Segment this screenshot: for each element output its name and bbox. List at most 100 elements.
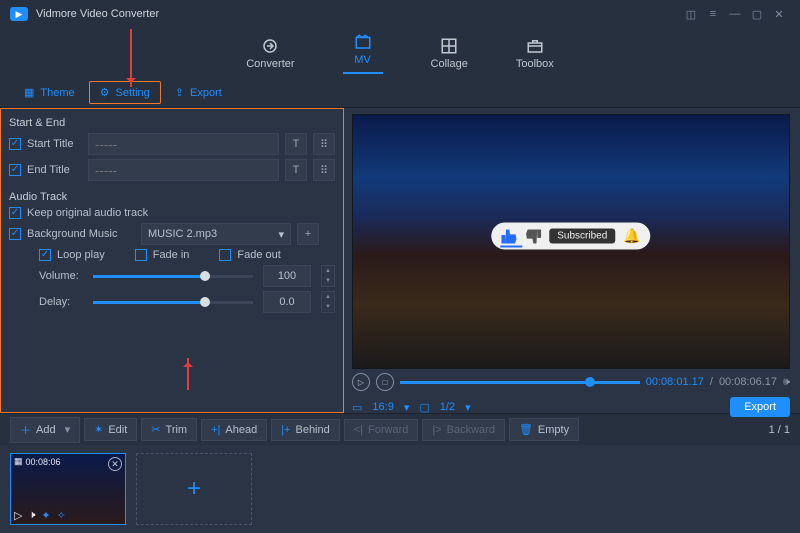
volume-spinner[interactable]: ▲▼	[321, 265, 335, 287]
behind-icon: |+	[281, 424, 290, 436]
chevron-down-icon: ▾	[278, 228, 284, 241]
minimize-button[interactable]: —	[724, 3, 746, 25]
backward-button[interactable]: |>Backward	[422, 419, 505, 441]
aspect-label[interactable]: 16:9	[372, 401, 393, 413]
page-indicator: 1 / 1	[769, 424, 790, 436]
wand-icon: ✶	[94, 423, 103, 436]
fadeout-label: Fade out	[237, 249, 280, 261]
aspect-icon[interactable]: ▭	[352, 401, 362, 414]
seek-slider[interactable]	[400, 381, 640, 384]
volume-slider[interactable]	[93, 275, 253, 278]
time-sep: /	[710, 376, 713, 388]
delay-spinner[interactable]: ▲▼	[321, 291, 335, 313]
bg-music-dropdown[interactable]: MUSIC 2.mp3 ▾	[141, 223, 291, 245]
loop-label: Loop play	[57, 249, 105, 261]
video-preview[interactable]: Subscribed 🔔	[352, 114, 790, 369]
clip-play-icon[interactable]: ▷	[14, 509, 22, 522]
tab-theme[interactable]: ▦ Theme	[14, 82, 85, 103]
add-music-button[interactable]: +	[297, 223, 319, 245]
bg-music-checkbox[interactable]	[9, 228, 21, 240]
fadeout-checkbox[interactable]	[219, 249, 231, 261]
menu-icon[interactable]: ≡	[702, 3, 724, 25]
volume-icon[interactable]: 🕪	[783, 376, 790, 389]
modebar: Converter MV Collage Toolbox	[0, 28, 800, 78]
subscribe-overlay: Subscribed 🔔	[491, 223, 650, 250]
forward-icon: <|	[354, 424, 363, 436]
bg-music-value: MUSIC 2.mp3	[148, 228, 217, 240]
close-button[interactable]: ✕	[768, 3, 790, 25]
trim-button[interactable]: ✂Trim	[141, 418, 197, 441]
split-icon[interactable]: ▢	[419, 401, 429, 414]
mv-icon	[353, 33, 373, 51]
start-title-grid-button[interactable]: ⠿	[313, 133, 335, 155]
backward-icon: |>	[432, 424, 441, 436]
ahead-button[interactable]: +|Ahead	[201, 419, 267, 441]
start-title-label: Start Title	[27, 138, 82, 150]
stop-button[interactable]: □	[376, 373, 394, 391]
clip-sparkle-icon[interactable]: ✧	[57, 509, 66, 522]
clip-thumbnail[interactable]: ▦00:08:06 ✕ ▷ 🕨 ✦ ✧	[10, 453, 126, 525]
empty-button[interactable]: 🗑Empty	[509, 418, 579, 441]
subscribed-badge: Subscribed	[549, 229, 615, 244]
scissors-icon: ✂	[151, 423, 160, 436]
clip-remove-button[interactable]: ✕	[108, 457, 122, 471]
end-title-input[interactable]	[88, 159, 279, 181]
start-title-input[interactable]	[88, 133, 279, 155]
mode-collage[interactable]: Collage	[431, 37, 468, 70]
plus-icon: ＋	[20, 422, 31, 438]
end-title-checkbox[interactable]	[9, 164, 21, 176]
volume-value[interactable]: 100	[263, 265, 311, 287]
chevron-down-icon[interactable]: ▾	[404, 401, 410, 414]
clip-star-icon[interactable]: ✦	[41, 509, 50, 522]
mode-mv[interactable]: MV	[343, 33, 383, 74]
thumbs-down-icon	[525, 229, 541, 243]
section-start-end: Start & End	[9, 117, 335, 129]
split-label[interactable]: 1/2	[440, 401, 455, 413]
behind-button[interactable]: |+Behind	[271, 419, 340, 441]
app-title: Vidmore Video Converter	[36, 8, 159, 20]
volume-label: Volume:	[39, 270, 83, 282]
preview-pane: Subscribed 🔔 ▷ □ 00:08:01.17 / 00:08:06.17…	[344, 108, 800, 413]
add-clip-button[interactable]: +	[136, 453, 252, 525]
maximize-button[interactable]: ▢	[746, 3, 768, 25]
clip-mute-icon[interactable]: 🕨	[28, 509, 35, 522]
add-button[interactable]: ＋Add▾	[10, 417, 80, 443]
edit-button[interactable]: ✶Edit	[84, 418, 137, 441]
keep-original-label: Keep original audio track	[27, 207, 148, 219]
clip-toolbar: ＋Add▾ ✶Edit ✂Trim +|Ahead |+Behind <|For…	[0, 413, 800, 445]
start-title-text-button[interactable]: T	[285, 133, 307, 155]
end-title-text-button[interactable]: T	[285, 159, 307, 181]
delay-slider[interactable]	[93, 301, 253, 304]
mode-converter[interactable]: Converter	[246, 37, 294, 70]
toolbox-icon	[525, 37, 545, 55]
clips-strip: ▦00:08:06 ✕ ▷ 🕨 ✦ ✧ +	[0, 445, 800, 533]
time-total: 00:08:06.17	[719, 376, 777, 388]
section-audio-track: Audio Track	[9, 191, 335, 203]
mode-toolbox[interactable]: Toolbox	[516, 37, 554, 70]
time-current: 00:08:01.17	[646, 376, 704, 388]
start-title-checkbox[interactable]	[9, 138, 21, 150]
main: Start & End Start Title T ⠿ End Title T …	[0, 108, 800, 413]
forward-button[interactable]: <|Forward	[344, 419, 419, 441]
trash-icon: 🗑	[519, 423, 533, 436]
loop-checkbox[interactable]	[39, 249, 51, 261]
thumbs-up-icon	[501, 229, 517, 243]
ahead-icon: +|	[211, 424, 220, 436]
end-title-grid-button[interactable]: ⠿	[313, 159, 335, 181]
gear-icon: ⚙	[100, 86, 110, 99]
tab-setting[interactable]: ⚙ Setting	[89, 81, 161, 104]
settings-panel: Start & End Start Title T ⠿ End Title T …	[0, 108, 344, 413]
bell-icon: 🔔	[623, 228, 640, 245]
theme-icon: ▦	[24, 86, 34, 99]
delay-value[interactable]: 0.0	[263, 291, 311, 313]
tabbar: ▦ Theme ⚙ Setting ⇪ Export	[0, 78, 800, 108]
chevron-down-icon[interactable]: ▾	[465, 401, 471, 414]
end-title-label: End Title	[27, 164, 82, 176]
keep-original-checkbox[interactable]	[9, 207, 21, 219]
bg-music-label: Background Music	[27, 228, 135, 240]
play-button[interactable]: ▷	[352, 373, 370, 391]
tab-export[interactable]: ⇪ Export	[165, 82, 232, 103]
export-button[interactable]: Export	[730, 397, 790, 417]
fadein-checkbox[interactable]	[135, 249, 147, 261]
feedback-icon[interactable]: ◫	[680, 3, 702, 25]
